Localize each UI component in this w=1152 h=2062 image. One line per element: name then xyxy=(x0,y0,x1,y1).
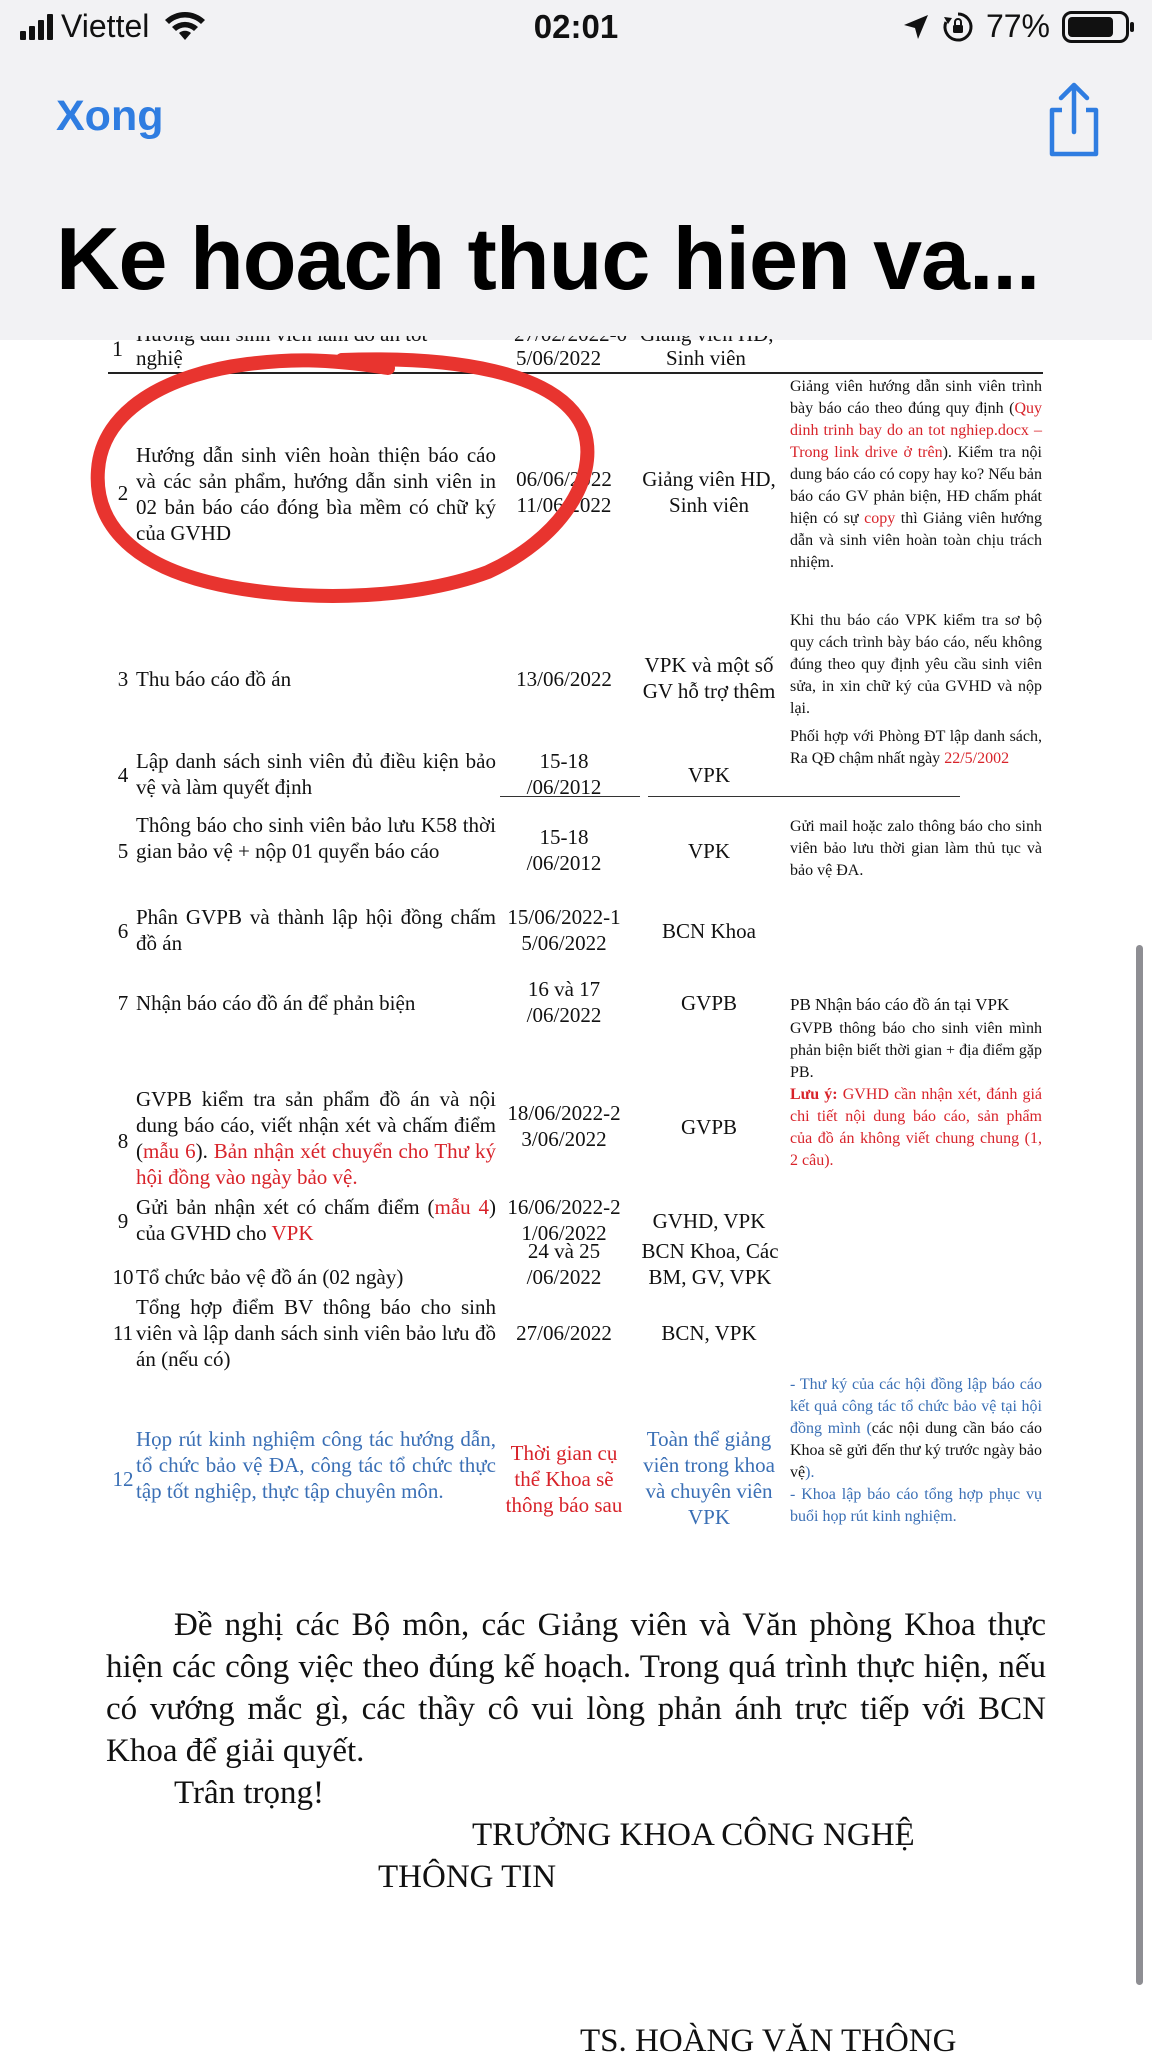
note-text: GVPB thông báo cho sinh viên mình phản b… xyxy=(790,1020,1043,1169)
row-number: 6 xyxy=(117,919,129,943)
row-number: 10 xyxy=(112,1265,134,1289)
share-icon[interactable] xyxy=(1042,80,1106,158)
date-text: 27/06/2022 xyxy=(516,1321,612,1345)
responsible-text: VPK xyxy=(687,839,730,863)
battery-percent: 77% xyxy=(985,8,1050,44)
document-title: Ke hoach thuc hien va... xyxy=(56,209,1040,308)
date-text: 13/06/2022 xyxy=(516,667,612,691)
row-number: 4 xyxy=(117,763,129,787)
responsible-text: BCN Khoa xyxy=(662,919,756,943)
regards-text: Trân trọng! xyxy=(174,1775,325,1811)
responsible-text: GVPB xyxy=(680,991,738,1015)
note-text: PB Nhận báo cáo đồ án tại VPK xyxy=(790,995,1010,1014)
date-text: 15/06/2022-1 5/06/2022 xyxy=(507,905,621,955)
closing-paragraph: Đề nghị các Bộ môn, các Giảng viên và Vă… xyxy=(106,1607,1046,1769)
date-text: 24 và 25 /06/2022 xyxy=(526,1239,602,1289)
note-text: Giảng viên hướng dẫn sinh viên trình bày… xyxy=(790,378,1043,571)
signer-title: TRƯỞNG KHOA CÔNG NGHỆ xyxy=(472,1817,915,1853)
responsible-text: GVHD, VPK xyxy=(652,1209,766,1233)
responsible-text: VPK và một số GV hỗ trợ thêm xyxy=(642,653,776,703)
note-text: Gửi mail hoặc zalo thông báo cho sinh vi… xyxy=(790,818,1042,879)
who-text-bottom: Sinh viên xyxy=(666,346,746,370)
note-text: Khi thu báo cáo VPK kiểm tra sơ bộ quy c… xyxy=(790,612,1042,717)
date-text: 15-18 /06/2012 xyxy=(526,825,602,875)
row-number: 8 xyxy=(117,1129,129,1153)
document-page: 1 Hướng dẫn sinh viên làm đồ án tốt nghi… xyxy=(0,336,1152,2059)
task-text: Thông báo cho sinh viên bảo lưu K58 thời… xyxy=(136,813,496,863)
row-number: 5 xyxy=(117,839,129,863)
task-text: Thu báo cáo đồ án xyxy=(136,667,292,691)
task-text: Gửi bản nhận xét có chấm điểm (mẫu 4) củ… xyxy=(136,1195,496,1245)
date-text: 06/06/2022 11/06/2022 xyxy=(516,467,612,517)
rotation-lock-icon xyxy=(943,12,973,41)
responsible-text: GVPB xyxy=(680,1115,738,1139)
responsible-text: VPK xyxy=(687,763,730,787)
task-text: Họp rút kinh nghiệm công tác hướng dẫn, … xyxy=(136,1427,496,1503)
row-number: 2 xyxy=(117,481,129,505)
responsible-text: Toàn thể giảng viên trong khoa và chuyên… xyxy=(643,1427,775,1529)
location-arrow-icon xyxy=(903,14,928,39)
divider-line xyxy=(500,796,640,797)
task-text: Lập danh sách sinh viên đủ điều kiện bảo… xyxy=(136,749,496,799)
date-text: 18/06/2022-2 3/06/2022 xyxy=(507,1101,621,1151)
responsible-text: Giảng viên HD, Sinh viên xyxy=(642,467,776,517)
task-text: Tổ chức bảo vệ đồ án (02 ngày) xyxy=(136,1265,404,1289)
task-text: Phân GVPB và thành lập hội đồng chấm đồ … xyxy=(136,905,496,955)
row-number: 11 xyxy=(112,1321,134,1345)
date-text: 16 và 17 /06/2022 xyxy=(526,977,602,1027)
status-bar: Viettel 02:01 77% xyxy=(0,0,1152,58)
task-text-bottom: nghiệ xyxy=(136,346,183,370)
done-button[interactable]: Xong xyxy=(56,92,163,141)
date-text-bottom: 5/06/2022 xyxy=(516,346,602,370)
task-text: GVPB kiểm tra sản phẩm đồ án và nội dung… xyxy=(136,1087,496,1189)
row-number: 3 xyxy=(117,667,129,691)
note-text: - Thư ký của các hội đồng lập báo cáo kế… xyxy=(790,1376,1042,1525)
table-rule xyxy=(108,372,1043,374)
task-text: Nhận báo cáo đồ án để phản biện xyxy=(136,991,416,1015)
divider-line xyxy=(648,796,960,797)
responsible-text: BCN Khoa, Các BM, GV, VPK xyxy=(641,1239,779,1289)
date-text: Thời gian cụ thể Khoa sẽ thông báo sau xyxy=(505,1441,623,1517)
date-text: 15-18 /06/2012 xyxy=(526,749,602,799)
row-number: 1 xyxy=(112,336,123,361)
battery-icon xyxy=(1062,10,1134,43)
responsible-text: BCN, VPK xyxy=(661,1321,757,1345)
task-text: Tổng hợp điểm BV thông báo cho sinh viên… xyxy=(136,1295,496,1371)
signer-title-line-2: THÔNG TIN xyxy=(378,1859,557,1895)
task-text: Hướng dẫn sinh viên hoàn thiện báo cáo v… xyxy=(136,443,496,545)
row-number: 12 xyxy=(112,1467,134,1491)
table-row-cut: 1 Hướng dẫn sinh viên làm đồ án tốt nghi… xyxy=(0,336,1152,372)
navigation-bar: Xong Ke hoach thuc hien va... xyxy=(0,58,1152,340)
row-number: 9 xyxy=(117,1209,129,1233)
row-number: 7 xyxy=(117,991,129,1015)
scrollbar[interactable] xyxy=(1136,945,1143,1985)
note-text: Phối hợp với Phòng ĐT lập danh sách, Ra … xyxy=(790,728,1042,767)
signer-name: TS. HOÀNG VĂN THÔNG xyxy=(580,2023,957,2059)
